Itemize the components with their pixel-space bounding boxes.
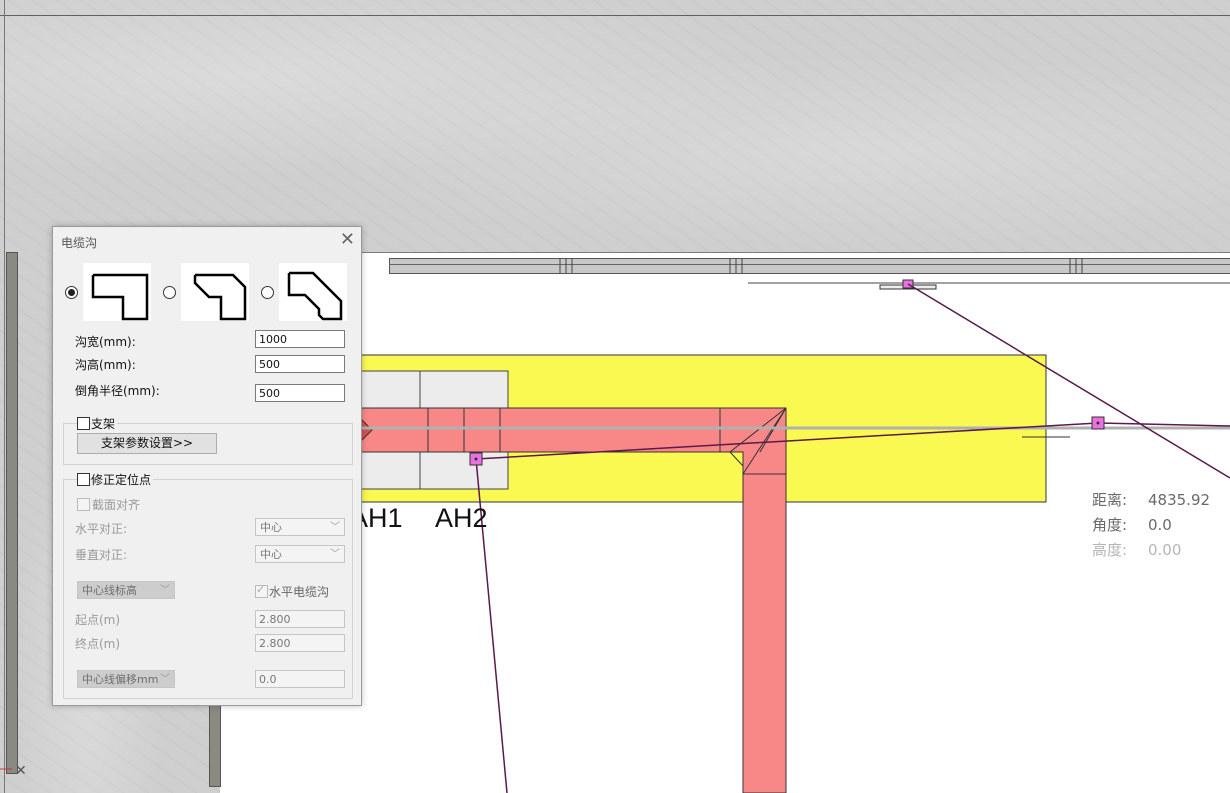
width-label: 沟宽(mm): bbox=[75, 335, 136, 349]
radio-shape-chamfer[interactable] bbox=[163, 286, 176, 299]
v-align-value: 中心 bbox=[260, 548, 282, 561]
info-distance: 距离: 4835.92 bbox=[1092, 489, 1210, 510]
h-align-label: 水平对正: bbox=[75, 522, 128, 536]
section-align-checkbox[interactable] bbox=[77, 498, 90, 511]
v-align-select[interactable]: 中心 ﹀ bbox=[255, 545, 345, 563]
chevron-down-icon: ﹀ bbox=[160, 674, 170, 685]
width-input[interactable]: 1000 bbox=[255, 330, 345, 348]
bracket-checkbox[interactable] bbox=[77, 417, 90, 430]
chevron-down-icon: ﹀ bbox=[330, 549, 340, 560]
fix-point-checkbox[interactable] bbox=[77, 473, 90, 486]
fix-point-label: 修正定位点 bbox=[91, 471, 154, 488]
centerline-elev-value: 中心线标高 bbox=[82, 584, 137, 597]
label-ah2: AH2 bbox=[435, 503, 488, 533]
centerline-elev-select[interactable]: 中心线标高 ﹀ bbox=[77, 581, 175, 599]
h-align-select[interactable]: 中心 ﹀ bbox=[255, 518, 345, 536]
radius-label: 倒角半径(mm): bbox=[75, 384, 160, 398]
bracket-label: 支架 bbox=[91, 415, 118, 432]
end-input[interactable]: 2.800 bbox=[255, 634, 345, 652]
distance-label: 距离: bbox=[1092, 491, 1128, 509]
offset-input[interactable]: 0.0 bbox=[255, 670, 345, 688]
height-input[interactable]: 500 bbox=[255, 355, 345, 373]
radio-shape-double-chamfer[interactable] bbox=[261, 286, 274, 299]
cable-trench-dialog: 电缆沟 ✕ 沟宽(mm): 1000 沟高(mm): 500 倒角半径(mm):… bbox=[52, 226, 362, 706]
offset-option: 中心线偏移mm bbox=[82, 673, 159, 686]
shape-double-chamfer-icon[interactable] bbox=[279, 263, 347, 321]
info-angle: 角度: 0.0 bbox=[1092, 514, 1172, 535]
angle-value: 0.0 bbox=[1148, 516, 1172, 534]
height-label: 高度: bbox=[1092, 541, 1128, 559]
svg-text:✕: ✕ bbox=[15, 763, 27, 779]
offset-select[interactable]: 中心线偏移mm ﹀ bbox=[77, 670, 175, 688]
height-label: 沟高(mm): bbox=[75, 358, 136, 372]
dialog-title: 电缆沟 bbox=[61, 236, 98, 250]
info-height: 高度: 0.00 bbox=[1092, 539, 1181, 560]
angle-label: 角度: bbox=[1092, 516, 1128, 534]
height-value: 0.00 bbox=[1148, 541, 1182, 559]
shape-chamfer-icon[interactable] bbox=[181, 263, 249, 321]
cable-trench-vertical bbox=[742, 473, 787, 793]
chevron-down-icon: ﹀ bbox=[330, 522, 340, 533]
section-align-label: 截面对齐 bbox=[92, 498, 141, 512]
radio-shape-right-angle[interactable] bbox=[65, 286, 78, 299]
h-align-value: 中心 bbox=[260, 521, 282, 534]
start-label: 起点(m) bbox=[75, 613, 121, 627]
distance-value: 4835.92 bbox=[1148, 491, 1211, 509]
horizontal-trench-label: 水平电缆沟 bbox=[269, 585, 330, 599]
v-align-label: 垂直对正: bbox=[75, 548, 128, 562]
radius-input[interactable]: 500 bbox=[255, 384, 345, 402]
chevron-down-icon: ﹀ bbox=[160, 585, 170, 596]
close-icon[interactable]: ✕ bbox=[340, 229, 355, 251]
start-input[interactable]: 2.800 bbox=[255, 610, 345, 628]
horizontal-trench-checkbox[interactable] bbox=[255, 583, 268, 598]
end-label: 终点(m) bbox=[75, 637, 121, 651]
bracket-settings-button[interactable]: 支架参数设置>> bbox=[77, 433, 217, 454]
shape-right-angle-icon[interactable] bbox=[83, 263, 151, 321]
